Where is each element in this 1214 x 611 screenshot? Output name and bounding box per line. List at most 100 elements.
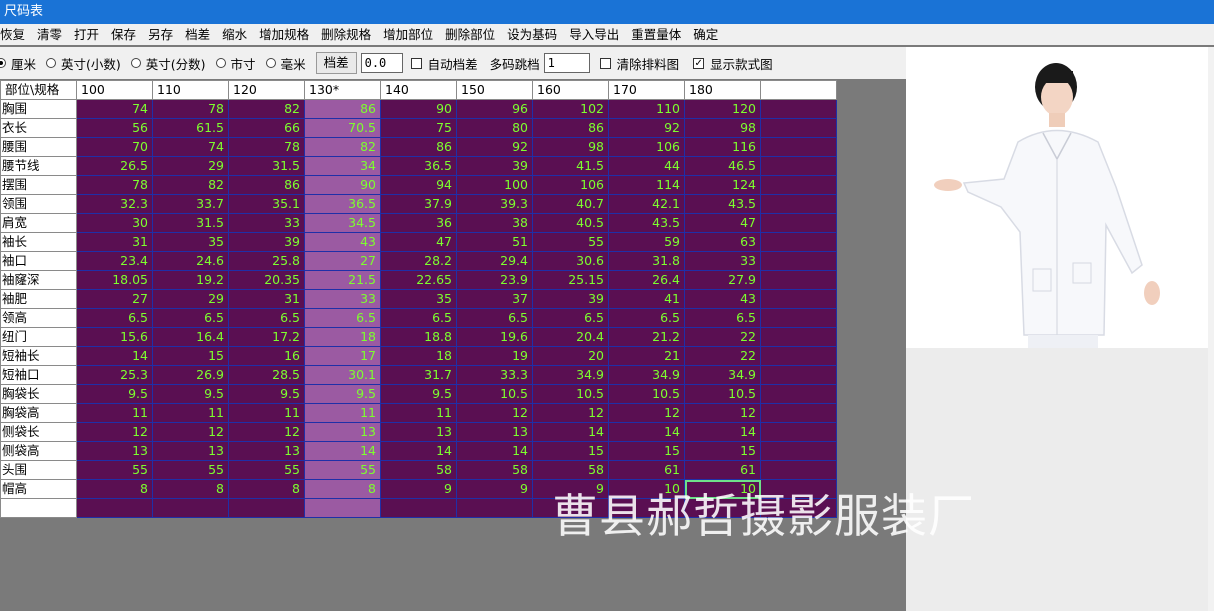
- measurement-cell[interactable]: 9.5: [304, 384, 381, 404]
- measurement-cell[interactable]: 30.1: [304, 365, 381, 385]
- part-row-header[interactable]: 头围: [0, 460, 77, 480]
- measurement-cell[interactable]: 46.5: [684, 156, 761, 176]
- measurement-cell[interactable]: 86: [228, 175, 305, 195]
- measurement-cell[interactable]: 22.65: [380, 270, 457, 290]
- measurement-cell[interactable]: 11: [228, 403, 305, 423]
- measurement-cell[interactable]: 33: [684, 251, 761, 271]
- measurement-cell[interactable]: 15: [608, 441, 685, 461]
- part-row-header[interactable]: 肩宽: [0, 213, 77, 233]
- measurement-cell[interactable]: 61: [684, 460, 761, 480]
- measurement-cell[interactable]: [760, 327, 837, 347]
- measurement-cell[interactable]: 86: [532, 118, 609, 138]
- measurement-cell[interactable]: 40.7: [532, 194, 609, 214]
- measurement-cell[interactable]: 32.3: [76, 194, 153, 214]
- measurement-cell[interactable]: 13: [456, 422, 533, 442]
- measurement-cell[interactable]: [760, 270, 837, 290]
- part-row-header[interactable]: [0, 498, 77, 518]
- measurement-cell[interactable]: 8: [228, 479, 305, 499]
- measurement-cell[interactable]: 100: [456, 175, 533, 195]
- measurement-cell[interactable]: 82: [228, 99, 305, 119]
- measurement-cell[interactable]: 55: [76, 460, 153, 480]
- measurement-cell[interactable]: 12: [608, 403, 685, 423]
- measurement-cell[interactable]: 90: [380, 99, 457, 119]
- menu-item[interactable]: 缩水: [216, 24, 253, 45]
- measurement-cell[interactable]: [456, 498, 533, 518]
- part-row-header[interactable]: 胸袋高: [0, 403, 77, 423]
- menu-item[interactable]: 重置量体: [625, 24, 687, 45]
- measurement-cell[interactable]: 39: [228, 232, 305, 252]
- measurement-cell[interactable]: 106: [608, 137, 685, 157]
- measurement-cell[interactable]: 39: [532, 289, 609, 309]
- size-column-header[interactable]: 100: [76, 80, 153, 100]
- measurement-cell[interactable]: 11: [304, 403, 381, 423]
- part-row-header[interactable]: 袖长: [0, 232, 77, 252]
- measurement-cell[interactable]: 15: [152, 346, 229, 366]
- unit-radio[interactable]: 厘米: [0, 54, 36, 73]
- measurement-cell[interactable]: 43.5: [684, 194, 761, 214]
- measurement-cell[interactable]: 19.2: [152, 270, 229, 290]
- measurement-cell[interactable]: 14: [380, 441, 457, 461]
- measurement-cell[interactable]: 82: [304, 137, 381, 157]
- measurement-cell[interactable]: 92: [456, 137, 533, 157]
- part-row-header[interactable]: 侧袋长: [0, 422, 77, 442]
- measurement-cell[interactable]: 19: [456, 346, 533, 366]
- measurement-cell[interactable]: 98: [684, 118, 761, 138]
- multi-jump-input[interactable]: 1: [543, 53, 590, 73]
- measurement-cell[interactable]: 35.1: [228, 194, 305, 214]
- measurement-cell[interactable]: 17: [304, 346, 381, 366]
- measurement-cell[interactable]: 116: [684, 137, 761, 157]
- measurement-cell[interactable]: 124: [684, 175, 761, 195]
- menu-item[interactable]: 保存: [105, 24, 142, 45]
- radio-dot[interactable]: [0, 58, 6, 68]
- measurement-cell[interactable]: [304, 498, 381, 518]
- size-column-header[interactable]: [760, 80, 837, 100]
- measurement-cell[interactable]: 31: [228, 289, 305, 309]
- measurement-cell[interactable]: 14: [304, 441, 381, 461]
- measurement-cell[interactable]: 39.3: [456, 194, 533, 214]
- part-row-header[interactable]: 摆围: [0, 175, 77, 195]
- measurement-cell[interactable]: [760, 422, 837, 442]
- measurement-cell[interactable]: 9: [380, 479, 457, 499]
- measurement-cell[interactable]: 18.8: [380, 327, 457, 347]
- measurement-cell[interactable]: 70.5: [304, 118, 381, 138]
- size-column-header[interactable]: 180: [684, 80, 761, 100]
- measurement-cell[interactable]: 94: [380, 175, 457, 195]
- unit-radio[interactable]: 市寸: [215, 54, 256, 73]
- measurement-cell[interactable]: [760, 346, 837, 366]
- measurement-cell[interactable]: 6.5: [456, 308, 533, 328]
- measurement-cell[interactable]: 17.2: [228, 327, 305, 347]
- measurement-cell[interactable]: 15: [684, 441, 761, 461]
- measurement-cell[interactable]: [760, 365, 837, 385]
- measurement-cell[interactable]: 28.2: [380, 251, 457, 271]
- measurement-cell[interactable]: 21: [608, 346, 685, 366]
- measurement-cell[interactable]: 18: [304, 327, 381, 347]
- measurement-cell[interactable]: 75: [380, 118, 457, 138]
- measurement-cell[interactable]: [760, 137, 837, 157]
- measurement-cell[interactable]: 20: [532, 346, 609, 366]
- measurement-cell[interactable]: 58: [380, 460, 457, 480]
- measurement-cell[interactable]: 6.5: [380, 308, 457, 328]
- measurement-cell[interactable]: 74: [76, 99, 153, 119]
- measurement-cell[interactable]: 34.9: [532, 365, 609, 385]
- radio-dot[interactable]: [130, 58, 141, 68]
- measurement-cell[interactable]: 44: [608, 156, 685, 176]
- measurement-cell[interactable]: 38: [456, 213, 533, 233]
- measurement-cell[interactable]: 14: [684, 422, 761, 442]
- measurement-cell[interactable]: 41.5: [532, 156, 609, 176]
- menu-item[interactable]: 档差: [179, 24, 216, 45]
- measurement-cell[interactable]: 12: [532, 403, 609, 423]
- menu-item[interactable]: 增加规格: [253, 24, 315, 45]
- menu-item[interactable]: 清零: [31, 24, 68, 45]
- measurement-cell[interactable]: 12: [456, 403, 533, 423]
- part-row-header[interactable]: 短袖口: [0, 365, 77, 385]
- menu-item[interactable]: 设为基码: [501, 24, 563, 45]
- clear-layout-box[interactable]: [599, 57, 611, 69]
- measurement-cell[interactable]: 55: [228, 460, 305, 480]
- measurement-cell[interactable]: 56: [76, 118, 153, 138]
- scroll-strip[interactable]: [1208, 47, 1214, 611]
- part-row-header[interactable]: 腰围: [0, 137, 77, 157]
- measurement-cell[interactable]: 36: [380, 213, 457, 233]
- show-style-checkbox[interactable]: ✓ 显示款式图: [693, 54, 773, 73]
- measurement-cell[interactable]: 15: [532, 441, 609, 461]
- part-row-header[interactable]: 袖肥: [0, 289, 77, 309]
